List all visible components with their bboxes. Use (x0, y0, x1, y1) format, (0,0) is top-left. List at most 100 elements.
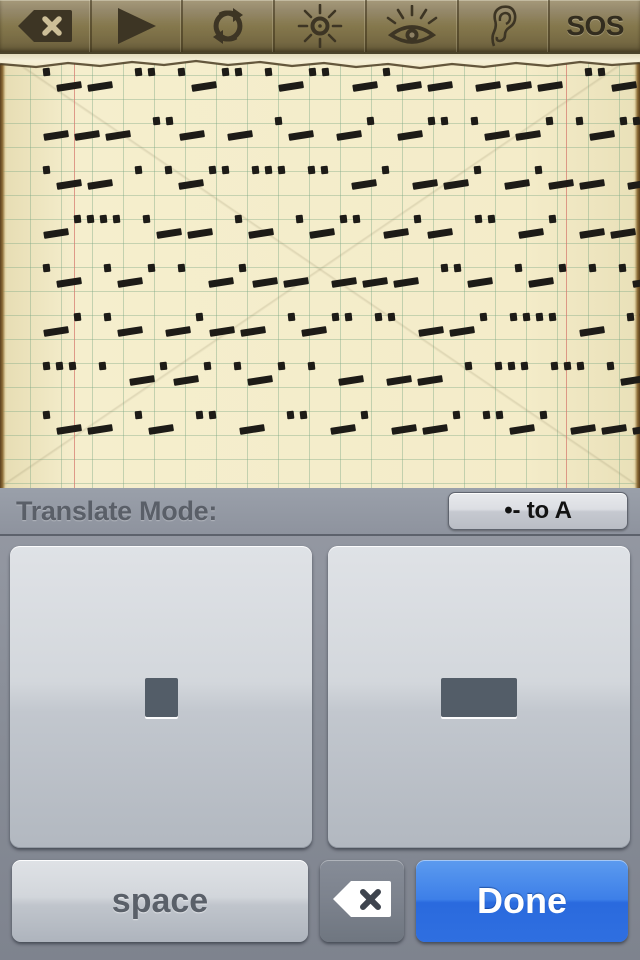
translate-mode-bar: Translate Mode: •- to A (0, 488, 640, 536)
morse-dot (495, 410, 504, 420)
dot-glyph-icon (144, 677, 178, 717)
audio-button[interactable] (458, 0, 551, 52)
play-icon (116, 7, 158, 45)
morse-dash (179, 130, 206, 141)
morse-gap (607, 329, 624, 331)
morse-dash (105, 130, 132, 141)
morse-dot (251, 165, 260, 175)
morse-gap (316, 133, 333, 135)
morse-dash (43, 130, 70, 141)
morse-gap (188, 280, 205, 282)
morse-gap (475, 378, 492, 380)
morse-dot (103, 263, 112, 273)
morse-dot (427, 116, 436, 126)
morse-dash (427, 228, 454, 239)
morse-dot (221, 165, 230, 175)
morse-gap (599, 280, 616, 282)
morse-gap (451, 133, 468, 135)
morse-gap (565, 84, 582, 86)
morse-dot (99, 214, 108, 224)
morse-dot (514, 263, 523, 273)
play-button[interactable] (91, 0, 184, 52)
morse-gap (363, 231, 380, 233)
morse-dash (351, 179, 378, 190)
morse-dash (506, 81, 533, 92)
flash-button[interactable] (275, 0, 367, 52)
morse-dot (366, 116, 375, 126)
morse-dot (295, 214, 304, 224)
morse-dot (339, 214, 348, 224)
morse-dash (632, 277, 640, 288)
morse-gap (445, 378, 462, 380)
morse-dot (464, 361, 473, 371)
morse-dot (507, 361, 516, 371)
morse-gap (145, 329, 162, 331)
morse-gap (214, 378, 231, 380)
loop-button[interactable] (183, 0, 276, 52)
morse-dash (627, 179, 640, 190)
morse-dash (191, 81, 218, 92)
morse-gap (79, 378, 96, 380)
dot-key[interactable] (10, 546, 312, 848)
morse-line (0, 361, 640, 411)
morse-dot (277, 361, 286, 371)
morse-line (0, 263, 640, 313)
morse-dot (134, 410, 143, 420)
morse-gap (245, 84, 262, 86)
morse-dot (238, 263, 247, 273)
eye-icon (386, 5, 438, 47)
morse-gap (84, 280, 101, 282)
morse-dash (43, 326, 70, 337)
morse-dot (142, 214, 151, 224)
morse-dot (68, 361, 77, 371)
morse-dash (579, 228, 606, 239)
morse-dot (112, 214, 121, 224)
morse-dash (309, 228, 336, 239)
morse-dash (422, 424, 449, 435)
morse-dash (579, 179, 606, 190)
morse-dot (563, 361, 572, 371)
morse-dash (117, 277, 144, 288)
morse-gap (215, 231, 232, 233)
keypad-action-row: space Done (0, 848, 640, 942)
morse-gap (392, 182, 409, 184)
dash-glyph-icon (441, 677, 517, 717)
dash-key[interactable] (328, 546, 630, 848)
morse-dash (417, 375, 444, 386)
morse-gap (288, 378, 305, 380)
done-button[interactable]: Done (416, 860, 628, 942)
morse-gap (366, 378, 383, 380)
morse-gap (267, 427, 284, 429)
morse-dash (173, 375, 200, 386)
sos-button[interactable]: SOS (550, 0, 640, 52)
morse-dot (103, 312, 112, 322)
morse-gap (550, 427, 567, 429)
morse-gap (311, 280, 328, 282)
morse-dash (632, 424, 640, 435)
translate-mode-toggle-label: •- to A (504, 497, 572, 524)
clear-button[interactable] (0, 0, 92, 52)
visual-button[interactable] (366, 0, 459, 52)
morse-dot (413, 214, 422, 224)
morse-dash (148, 424, 175, 435)
morse-dot (86, 214, 95, 224)
space-button[interactable]: space (12, 860, 308, 942)
morse-gap (115, 427, 132, 429)
morse-dash (129, 375, 156, 386)
morse-dash (515, 130, 542, 141)
morse-dash (397, 130, 424, 141)
morse-dot (452, 410, 461, 420)
translate-mode-toggle-button[interactable]: •- to A (448, 492, 628, 530)
morse-gap (176, 427, 193, 429)
morse-dot (548, 312, 557, 322)
backspace-button[interactable] (320, 860, 404, 942)
morse-gap (355, 329, 372, 331)
morse-dot (208, 410, 217, 420)
top-toolbar: SOS (0, 0, 640, 54)
morse-gap (559, 231, 576, 233)
morse-dot (597, 67, 606, 77)
morse-dot (545, 116, 554, 126)
done-button-label: Done (477, 880, 567, 921)
morse-dash (412, 179, 439, 190)
ear-icon (485, 4, 521, 48)
